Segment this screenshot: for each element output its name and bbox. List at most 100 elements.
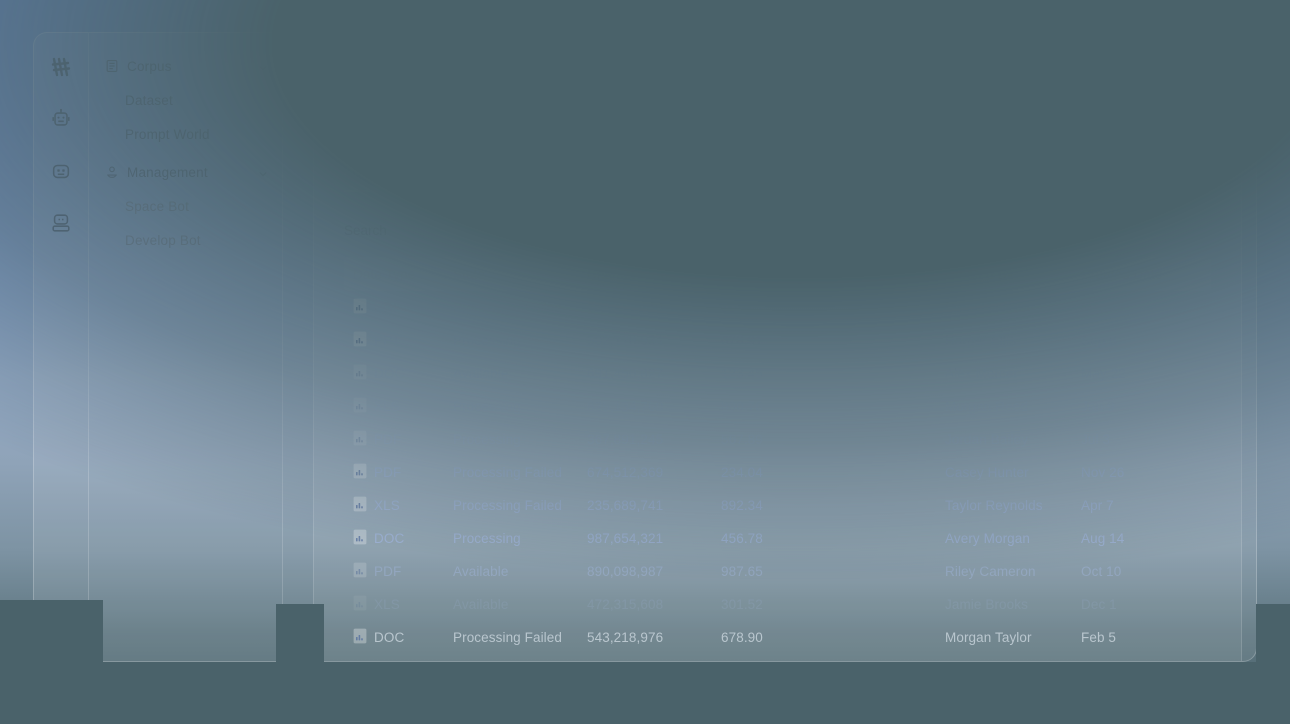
cell-created-by: Jamie Brooks xyxy=(945,597,1028,612)
table-row[interactable]: XLS Available 472,315,608 301.52 Jamie Brook… xyxy=(344,588,1211,621)
table-row[interactable]: PPT Processing 502,178,934 678.91 Harper Ell… xyxy=(344,324,1211,357)
cell-created-date: Feb 5 xyxy=(1081,630,1117,645)
type-filter-dropdown[interactable]: All types xyxy=(640,223,722,238)
cell-date-type-label: PDF xyxy=(374,300,402,315)
pdf-file-icon xyxy=(353,463,367,482)
cell-date-type: DOC xyxy=(353,364,453,383)
cell-state: Available xyxy=(453,564,509,579)
cell-state: Processing xyxy=(453,432,521,447)
cell-date-type-label: XLS xyxy=(374,597,400,612)
table-row[interactable]: XLS Processing 825,134,769 890.76 Morgan Ree… xyxy=(344,390,1211,423)
chevron-down-icon xyxy=(713,226,722,236)
cell-state: Processing Failed xyxy=(453,630,563,645)
table-row[interactable]: PDF Processing Failed 874,325,619 934.25 Ril… xyxy=(344,291,1211,324)
robot-console-icon[interactable] xyxy=(43,205,79,241)
cell-created-by: Morgan Taylor xyxy=(945,630,1032,645)
robot-face-icon[interactable] xyxy=(43,153,79,189)
cell-expected-coins: 892.34 xyxy=(721,498,763,513)
logo-icon[interactable] xyxy=(43,49,79,85)
cell-date-type-label: PPT xyxy=(374,333,401,348)
sidebar-group-management[interactable]: Management xyxy=(89,155,282,189)
cell-character-count: 874,325,619 xyxy=(587,300,664,315)
cell-character-count: 987,654,321 xyxy=(587,531,664,546)
cell-created-by: Alex Mercer xyxy=(945,366,1019,381)
cell-created-date: Mar 15 xyxy=(1081,300,1124,315)
cell-created-date: Aug 14 xyxy=(1081,531,1125,546)
chevron-down-icon xyxy=(833,226,842,236)
search-icon[interactable] xyxy=(592,222,606,239)
sidebar-item-develop-bot[interactable]: Develop Bot xyxy=(89,223,282,257)
sidebar-group-corpus[interactable]: Corpus xyxy=(89,49,282,83)
table-row[interactable]: PDF Processing Failed 674,512,369 234.04 Cas… xyxy=(344,456,1211,489)
floor-fill-mid xyxy=(276,604,324,724)
app-window: Corpus Dataset Prompt World Management S… xyxy=(33,32,1257,662)
floor-fill-left xyxy=(0,600,103,724)
cell-created-by: Casey Hunter xyxy=(945,465,1029,480)
cell-state: Processing xyxy=(453,531,521,546)
pdf-file-icon xyxy=(353,430,367,449)
cell-date-type: PDF xyxy=(353,562,453,581)
sidebar-group-label: Corpus xyxy=(127,58,172,74)
cell-state: Available xyxy=(453,366,509,381)
cell-character-count: 825,134,769 xyxy=(587,399,664,414)
ppt-file-icon xyxy=(353,331,367,350)
table-row[interactable]: DOC Processing Failed 543,218,976 678.90 Mor… xyxy=(344,621,1211,654)
column-header-character-count[interactable]: Character Count xyxy=(587,267,721,282)
tab-associated-prompt-words[interactable]: Associated Prompt Words xyxy=(821,162,998,192)
cell-expected-coins: 987.65 xyxy=(721,564,763,579)
search-field[interactable] xyxy=(344,222,606,239)
column-header-created-date[interactable]: Created Date xyxy=(1081,267,1201,282)
back-button[interactable]: ‹ xyxy=(344,110,352,134)
column-header-expected-coins[interactable]: Expected Bots Coin Cunsumptions xyxy=(721,267,945,282)
cell-date-type-label: DOC xyxy=(374,630,405,645)
table-row[interactable]: PDF Processing 367,891,245 567.89 Jordan Bai… xyxy=(344,423,1211,456)
table-row[interactable]: DOC Available 691,450,827 123.45 Alex Mercer… xyxy=(344,357,1211,390)
cell-expected-coins: 234.04 xyxy=(721,465,763,480)
cell-state: Processing Failed xyxy=(453,465,563,480)
cell-character-count: 543,218,976 xyxy=(587,630,664,645)
column-header-state[interactable]: State xyxy=(453,267,587,282)
chevron-down-icon[interactable] xyxy=(258,167,268,177)
page-title: Configuration Bot xyxy=(364,109,561,137)
table-row[interactable]: PDF Available 890,098,987 987.65 Riley Camer… xyxy=(344,555,1211,588)
cell-character-count: 235,689,741 xyxy=(587,498,664,513)
cell-created-date: Sep 8 xyxy=(1081,333,1117,348)
cell-created-date: Nov 26 xyxy=(1081,465,1125,480)
cell-date-type: PDF xyxy=(353,298,453,317)
state-filter-dropdown[interactable]: All states xyxy=(756,223,842,238)
column-header-created-by[interactable]: Created By xyxy=(945,267,1081,282)
column-header-date-type[interactable]: Date Type xyxy=(353,267,453,282)
document-list-icon xyxy=(105,59,119,73)
search-input[interactable] xyxy=(344,223,564,238)
cell-created-date: Jul 3 xyxy=(1081,432,1111,447)
cell-created-by: Taylor Reynolds xyxy=(945,498,1043,513)
cell-state: Processing xyxy=(453,399,521,414)
cell-date-type: DOC xyxy=(353,529,453,548)
cell-character-count: 674,512,369 xyxy=(587,465,664,480)
cell-date-type-label: PDF xyxy=(374,465,402,480)
tab-basic-information[interactable]: Basic Information xyxy=(673,162,791,192)
cell-date-type-label: DOC xyxy=(374,531,405,546)
sidebar-group-label: Management xyxy=(127,164,208,180)
chevron-down-icon[interactable] xyxy=(258,61,268,71)
sidebar-item-space-bot[interactable]: Space Bot xyxy=(89,189,282,223)
cell-date-type: XLS xyxy=(353,397,453,416)
type-filter-value: All types xyxy=(640,223,692,238)
cell-character-count: 890,098,987 xyxy=(587,564,664,579)
tab-associated-dataset[interactable]: Associated Dataset xyxy=(344,162,476,192)
sidebar-item-dataset[interactable]: Dataset xyxy=(89,83,282,117)
filter-bar: All types All states xyxy=(344,222,1211,253)
cell-date-type: XLS xyxy=(353,595,453,614)
robot-head-icon[interactable] xyxy=(43,101,79,137)
tab-model-configuration[interactable]: Model Configuration xyxy=(506,162,643,192)
floor-fill-right xyxy=(1256,604,1290,724)
sidebar-item-prompt-world[interactable]: Prompt World xyxy=(89,117,282,151)
table-row[interactable]: XLS Processing Failed 235,689,741 892.34 Tay… xyxy=(344,489,1211,522)
table-row[interactable]: DOC Processing 987,654,321 456.78 Avery Morg… xyxy=(344,522,1211,555)
bot-gear-icon xyxy=(105,165,119,179)
cell-created-date: Dec 1 xyxy=(1081,597,1117,612)
cell-expected-coins: 890.76 xyxy=(721,399,763,414)
xls-file-icon xyxy=(353,397,367,416)
cell-created-date: Apr 7 xyxy=(1081,498,1114,513)
cell-expected-coins: 934.25 xyxy=(721,300,763,315)
